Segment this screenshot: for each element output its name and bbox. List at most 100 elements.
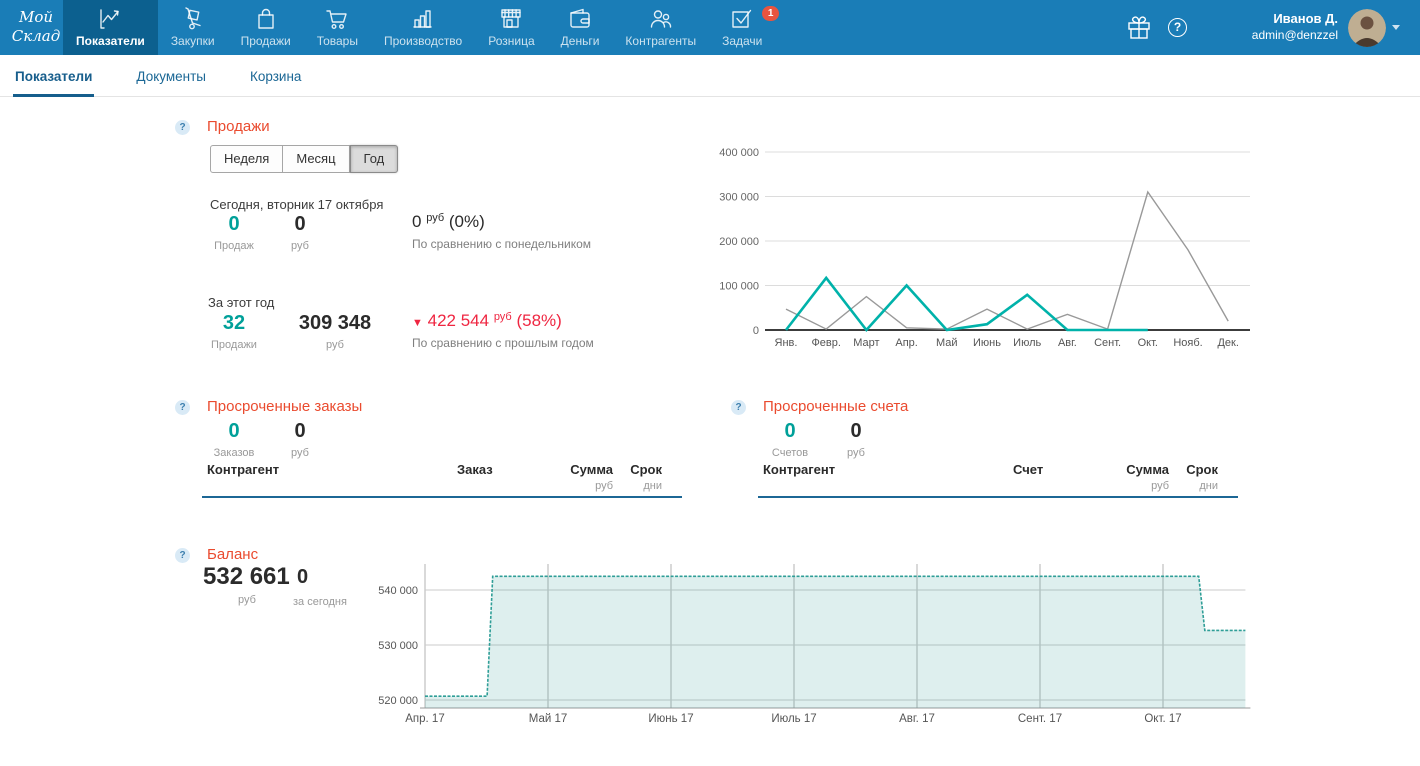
chevron-down-icon <box>1392 25 1400 30</box>
nav-item-2[interactable]: Продажи <box>228 0 304 55</box>
wallet-icon <box>567 6 593 32</box>
overdue-orders-amount: 0 руб <box>272 420 328 459</box>
nav-item-label: Закупки <box>171 34 215 48</box>
svg-text:400 000: 400 000 <box>719 147 759 159</box>
balance-amount-label: руб <box>203 594 291 606</box>
svg-text:200 000: 200 000 <box>719 236 759 248</box>
overdue-orders-amount-value: 0 <box>272 420 328 442</box>
overdue-orders-amount-label: руб <box>272 447 328 459</box>
svg-text:0: 0 <box>753 325 759 337</box>
svg-text:100 000: 100 000 <box>719 281 759 293</box>
svg-text:Июнь 17: Июнь 17 <box>648 713 693 725</box>
nav-item-label: Товары <box>317 34 358 48</box>
balance-today-value: 0 <box>297 566 308 589</box>
period-toggle: НеделяМесяцГод <box>210 145 398 173</box>
column-header: Срокдни <box>1186 462 1218 492</box>
svg-text:Май: Май <box>936 337 958 349</box>
year-delta: ▼ 422 544 руб (58%) По сравнению с прошл… <box>412 311 594 350</box>
nav-item-label: Деньги <box>561 34 600 48</box>
nav-item-8[interactable]: Задачи1 <box>709 0 775 55</box>
balance-amount-value: 532 661 <box>203 563 290 591</box>
overdue-orders-count: 0 Заказов <box>208 420 260 459</box>
nav-item-6[interactable]: Деньги <box>548 0 613 55</box>
year-sales-count: 32 Продажи <box>208 312 260 351</box>
user-name: Иванов Д. <box>1252 10 1338 27</box>
top-navbar: Мой Склад Показатели Закупки Продажи Товары… <box>0 0 1420 55</box>
today-delta-pct: (0%) <box>449 212 485 231</box>
column-header: Суммаруб <box>1126 462 1169 492</box>
svg-text:Апр.: Апр. <box>895 337 917 349</box>
overdue-invoices-count: 0 Счетов <box>764 420 816 459</box>
tab-0[interactable]: Показатели <box>13 55 94 97</box>
table-header-rule <box>202 496 682 498</box>
store-icon <box>498 6 524 32</box>
overdue-invoices-count-value: 0 <box>764 420 816 442</box>
tasks-badge: 1 <box>762 6 780 21</box>
column-header: Заказ <box>457 462 493 477</box>
today-sales-count-label: Продаж <box>208 240 260 252</box>
logo-line2: Склад <box>8 27 64 46</box>
svg-text:Авг. 17: Авг. 17 <box>899 713 935 725</box>
user-menu[interactable]: Иванов Д. admin@denzzel <box>1252 10 1338 43</box>
nav-item-label: Контрагенты <box>625 34 696 48</box>
nav-item-label: Показатели <box>76 34 145 48</box>
overdue-invoices-help-icon[interactable]: ? <box>731 400 746 415</box>
svg-text:Окт. 17: Окт. 17 <box>1144 713 1181 725</box>
year-sales-amount: 309 348 руб <box>285 312 385 351</box>
balance-title: Баланс <box>207 546 258 563</box>
overdue-invoices-table: КонтрагентСчетСуммарубСрокдни <box>758 462 1238 498</box>
nav-item-1[interactable]: Закупки <box>158 0 228 55</box>
period-button-0[interactable]: Неделя <box>210 145 283 173</box>
tab-1[interactable]: Документы <box>134 55 208 97</box>
moysklad-dashboard: Мой Склад Показатели Закупки Продажи Товары… <box>0 0 1420 766</box>
tab-2[interactable]: Корзина <box>248 55 303 97</box>
column-header: Контрагент <box>207 462 279 477</box>
arrow-down-icon: ▼ <box>412 317 423 329</box>
balance-area-chart: Апр. 17Май 17Июнь 17Июль 17Авг. 17Сент. … <box>370 558 1255 730</box>
bars-icon <box>410 6 436 32</box>
help-icon[interactable]: ? <box>1168 18 1187 37</box>
period-button-1[interactable]: Месяц <box>283 145 349 173</box>
svg-text:Авг.: Авг. <box>1058 337 1077 349</box>
nav-item-label: Задачи <box>722 34 762 48</box>
year-sales-amount-value: 309 348 <box>285 312 385 334</box>
svg-text:520 000: 520 000 <box>378 695 418 707</box>
today-sales-count: 0 Продаж <box>208 213 260 252</box>
today-delta-caption: По сравнению с понедельником <box>412 237 591 251</box>
bag-icon <box>253 6 279 32</box>
nav-item-4[interactable]: Производство <box>371 0 475 55</box>
svg-text:530 000: 530 000 <box>378 640 418 652</box>
nav-item-3[interactable]: Товары <box>304 0 371 55</box>
today-delta: 0 руб (0%) По сравнению с понедельником <box>412 212 591 251</box>
svg-text:Май 17: Май 17 <box>529 713 568 725</box>
svg-text:Февр.: Февр. <box>811 337 841 349</box>
chart-line-icon <box>97 6 123 32</box>
svg-text:Апр. 17: Апр. 17 <box>405 713 444 725</box>
nav-item-7[interactable]: Контрагенты <box>612 0 709 55</box>
nav-item-pokazateli[interactable]: Показатели <box>63 0 158 55</box>
svg-text:Окт.: Окт. <box>1138 337 1158 349</box>
balance-today-label: за сегодня <box>293 596 347 608</box>
period-button-2[interactable]: Год <box>350 145 399 173</box>
balance-help-icon[interactable]: ? <box>175 548 190 563</box>
overdue-orders-help-icon[interactable]: ? <box>175 400 190 415</box>
year-sales-amount-label: руб <box>285 339 385 351</box>
sales-help-icon[interactable]: ? <box>175 120 190 135</box>
gift-icon[interactable] <box>1126 15 1152 45</box>
year-heading: За этот год <box>208 295 274 310</box>
svg-text:Сент.: Сент. <box>1094 337 1121 349</box>
overdue-invoices-amount: 0 руб <box>828 420 884 459</box>
overdue-invoices-amount-value: 0 <box>828 420 884 442</box>
sales-line-chart: 0100 000200 000300 000400 000Янв.Февр.Ма… <box>715 143 1260 358</box>
avatar[interactable] <box>1348 9 1386 47</box>
user-email: admin@denzzel <box>1252 27 1338 43</box>
overdue-orders-count-label: Заказов <box>208 447 260 459</box>
app-logo[interactable]: Мой Склад <box>8 8 64 46</box>
today-delta-unit: руб <box>426 212 444 224</box>
overdue-invoices-amount-label: руб <box>828 447 884 459</box>
people-icon <box>648 6 674 32</box>
cart-icon <box>324 6 350 32</box>
year-sales-count-value: 32 <box>208 312 260 334</box>
nav-item-5[interactable]: Розница <box>475 0 547 55</box>
today-delta-value: 0 <box>412 212 421 231</box>
